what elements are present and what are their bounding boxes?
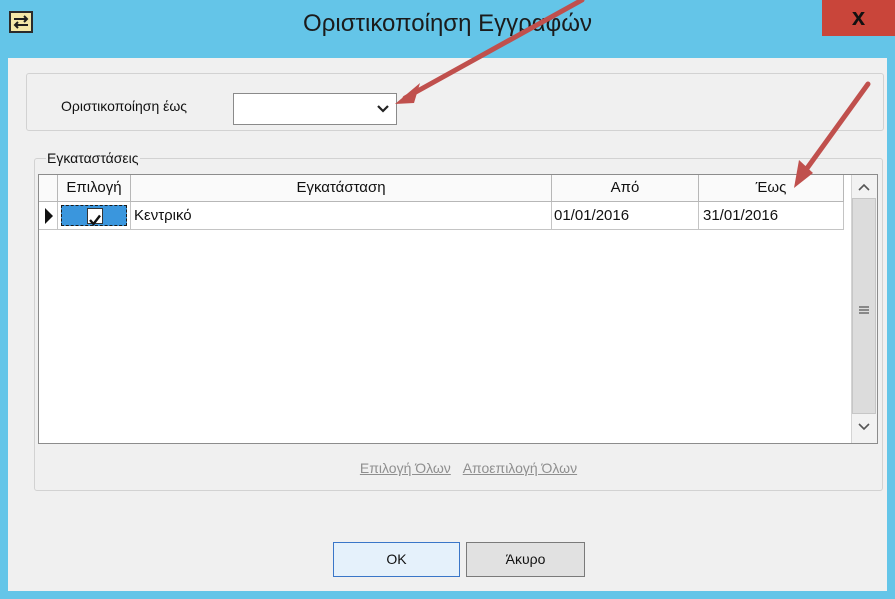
deselect-all-link[interactable]: Αποεπιλογή Όλων <box>463 460 577 476</box>
finalize-until-select[interactable] <box>233 93 397 125</box>
to-date-cell[interactable]: 31/01/2016 <box>699 202 844 230</box>
title-bar: Οριστικοποίηση Εγγραφών x <box>0 0 895 58</box>
table-row-select-cell[interactable] <box>58 202 131 230</box>
select-all-link[interactable]: Επιλογή Όλων <box>360 460 451 476</box>
row-header-corner <box>39 175 58 202</box>
grip-icon <box>858 302 870 320</box>
column-header-select[interactable]: Επιλογή <box>58 175 131 202</box>
chevron-down-icon <box>376 101 390 119</box>
column-header-from[interactable]: Από <box>552 175 699 202</box>
close-button[interactable]: x <box>822 0 895 36</box>
column-header-installation[interactable]: Εγκατάσταση <box>131 175 552 202</box>
finalize-until-label: Οριστικοποίηση έως <box>61 98 188 114</box>
close-icon: x <box>851 4 866 31</box>
from-date-cell[interactable]: 01/01/2016 <box>552 202 699 230</box>
cancel-button[interactable]: Άκυρο <box>466 542 585 577</box>
installations-group-label: Εγκαταστάσεις <box>46 150 140 166</box>
window-title: Οριστικοποίηση Εγγραφών <box>303 10 592 37</box>
selection-links: Επιλογή Όλων Αποεπιλογή Όλων <box>0 460 895 476</box>
ok-button[interactable]: OK <box>333 542 460 577</box>
current-row-indicator <box>39 202 58 230</box>
row-select-checkbox[interactable] <box>87 208 103 226</box>
installation-name-cell[interactable]: Κεντρικό <box>131 202 552 230</box>
column-header-to[interactable]: Έως <box>699 175 844 202</box>
scroll-down-icon[interactable] <box>856 420 872 439</box>
scroll-up-icon[interactable] <box>856 180 872 199</box>
